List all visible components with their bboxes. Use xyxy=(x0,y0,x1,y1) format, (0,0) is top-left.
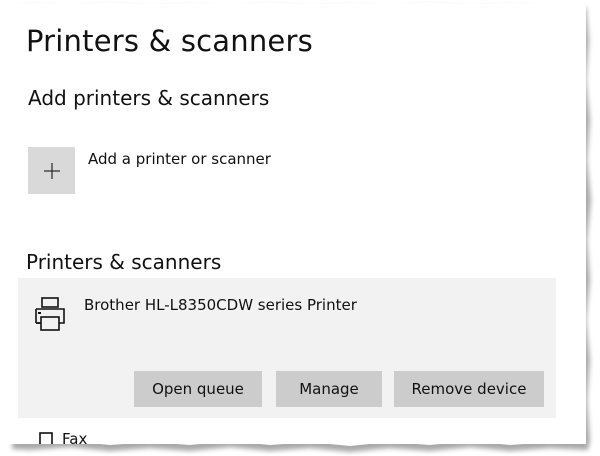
next-device-name[interactable]: Fax xyxy=(62,430,87,444)
printer-icon xyxy=(35,297,65,331)
fax-icon xyxy=(39,432,53,444)
manage-button[interactable]: Manage xyxy=(276,371,382,407)
open-queue-button[interactable]: Open queue xyxy=(134,371,262,407)
page-title: Printers & scanners xyxy=(26,24,313,58)
page: Printers & scanners Add printers & scann… xyxy=(0,0,600,456)
printers-section-title: Printers & scanners xyxy=(26,250,222,274)
next-device-label: Fax xyxy=(62,430,88,444)
printer-name: Brother HL-L8350CDW series Printer xyxy=(84,296,357,314)
remove-device-button[interactable]: Remove device xyxy=(394,371,544,407)
printer-card-brother[interactable]: Brother HL-L8350CDW series Printer Open … xyxy=(18,278,556,418)
add-printer-label[interactable]: Add a printer or scanner xyxy=(88,150,271,168)
add-printer-button[interactable] xyxy=(28,147,75,194)
settings-panel: Printers & scanners Add printers & scann… xyxy=(6,4,586,444)
plus-icon xyxy=(43,162,60,179)
add-section-title: Add printers & scanners xyxy=(28,86,270,110)
